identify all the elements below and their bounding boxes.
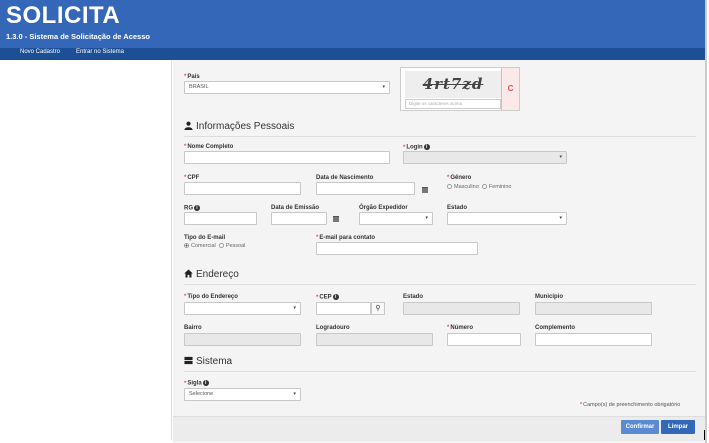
window-edge xyxy=(705,0,707,443)
pais-select[interactable]: BRASIL ▾ xyxy=(184,81,390,94)
required-note: *Campo(s) de preenchimento obrigatório xyxy=(580,402,681,408)
radio-feminino-label: Feminino xyxy=(488,184,512,190)
captcha-image: 4rt7zd xyxy=(405,71,501,98)
top-navbar: Novo Cadastro Entrar no Sistema xyxy=(0,48,707,60)
captcha-input[interactable]: Digite os caracteres acima xyxy=(405,99,501,109)
app-window: SOLICITA 1.3.0 - Sistema de Solicitação … xyxy=(0,0,709,443)
divider xyxy=(184,371,696,372)
calendar-icon[interactable] xyxy=(333,216,339,222)
nav-entrar-sistema[interactable]: Entrar no Sistema xyxy=(76,49,124,55)
cpf-label: *CPF xyxy=(184,175,200,181)
tipo-email-radio-group: Comercial Pessoal xyxy=(184,243,245,249)
info-icon: i xyxy=(194,205,200,211)
search-icon[interactable]: ⚲ xyxy=(371,302,385,315)
emissao-input[interactable] xyxy=(271,212,327,225)
radio-masculino-label: Masculino xyxy=(454,184,479,190)
estado-end-label: Estado xyxy=(403,294,424,300)
pais-value: BRASIL xyxy=(189,84,209,90)
radio-feminino[interactable] xyxy=(481,184,487,190)
sigla-label: *Sigla i xyxy=(184,380,209,387)
chevron-down-icon: ▾ xyxy=(425,215,428,221)
numero-label: *Número xyxy=(447,325,474,331)
left-pane xyxy=(0,60,172,440)
home-icon xyxy=(184,269,193,278)
nav-novo-cadastro[interactable]: Novo Cadastro xyxy=(20,49,60,55)
nascimento-input[interactable] xyxy=(316,182,415,195)
limpar-button[interactable]: Limpar xyxy=(661,420,695,434)
genero-radio-group: Masculino Feminino xyxy=(447,184,511,190)
section-endereco: Endereço xyxy=(184,269,239,280)
cpf-input[interactable] xyxy=(184,182,301,195)
sigla-select[interactable]: Selecione ▾ xyxy=(184,388,301,401)
section-pessoais: Informações Pessoais xyxy=(184,121,294,132)
info-icon: i xyxy=(202,380,209,386)
complemento-label: Complemento xyxy=(535,325,576,331)
captcha-box: 4rt7zd Digite os caracteres acima C xyxy=(400,67,520,111)
server-icon xyxy=(184,356,193,365)
login-select[interactable]: ▾ xyxy=(403,151,567,164)
cep-label: *CEP i xyxy=(316,294,339,301)
nascimento-label: Data de Nascimento xyxy=(316,175,374,181)
email-input[interactable] xyxy=(316,242,478,255)
logradouro-label: Logradouro xyxy=(316,325,350,331)
login-label: *Login i xyxy=(403,144,430,151)
pais-label: *País xyxy=(184,74,200,80)
confirmar-button[interactable]: Confirmar xyxy=(621,420,659,434)
radio-pessoal[interactable] xyxy=(218,243,224,249)
bairro-input[interactable] xyxy=(184,333,301,346)
section-sistema: Sistema xyxy=(184,356,232,367)
estado-select[interactable]: ▾ xyxy=(447,212,567,225)
logradouro-input[interactable] xyxy=(316,333,433,346)
app-header: SOLICITA 1.3.0 - Sistema de Solicitação … xyxy=(0,0,707,48)
complemento-input[interactable] xyxy=(535,333,652,346)
app-subtitle: 1.3.0 - Sistema de Solicitação de Acesso xyxy=(6,32,150,41)
numero-input[interactable] xyxy=(447,333,521,346)
cep-input[interactable] xyxy=(316,302,371,315)
estado-label: Estado xyxy=(447,205,468,211)
tipo-endereco-select[interactable]: ▾ xyxy=(184,302,301,315)
chevron-down-icon: ▾ xyxy=(382,84,385,90)
calendar-icon[interactable] xyxy=(422,187,428,193)
rg-input[interactable] xyxy=(184,212,257,225)
nome-input[interactable] xyxy=(184,151,390,164)
chevron-down-icon: ▾ xyxy=(559,154,562,160)
municipio-label: Município xyxy=(535,294,563,300)
refresh-icon[interactable]: C xyxy=(501,68,519,110)
radio-comercial-label: Comercial xyxy=(191,243,216,249)
email-label: *E-mail para contato xyxy=(316,235,376,241)
nome-label: *Nome Completo xyxy=(184,144,234,150)
orgao-label: Órgão Expedidor xyxy=(359,205,408,211)
app-brand: SOLICITA xyxy=(6,2,121,29)
tipo-email-label: Tipo do E-mail xyxy=(184,235,226,241)
info-icon: i xyxy=(332,294,339,300)
municipio-input[interactable] xyxy=(535,302,652,315)
tipo-endereco-label: *Tipo do Endereço xyxy=(184,294,238,300)
sigla-value: Selecione xyxy=(189,391,214,397)
radio-pessoal-label: Pessoal xyxy=(225,243,246,249)
rg-label: RG i xyxy=(184,205,200,212)
divider xyxy=(184,284,696,285)
emissao-label: Data de Emissão xyxy=(271,205,320,211)
text-cursor xyxy=(704,430,705,440)
orgao-select[interactable]: ▾ xyxy=(359,212,433,225)
chevron-down-icon: ▾ xyxy=(293,305,296,311)
divider xyxy=(184,136,696,137)
user-icon xyxy=(184,121,193,130)
genero-label: *Gênero xyxy=(447,175,472,181)
bairro-label: Bairro xyxy=(184,325,202,331)
estado-end-input[interactable] xyxy=(403,302,520,315)
info-icon: i xyxy=(423,144,430,150)
chevron-down-icon: ▾ xyxy=(293,391,296,397)
radio-comercial[interactable] xyxy=(184,243,189,249)
chevron-down-icon: ▾ xyxy=(559,215,562,221)
radio-masculino[interactable] xyxy=(447,184,452,190)
